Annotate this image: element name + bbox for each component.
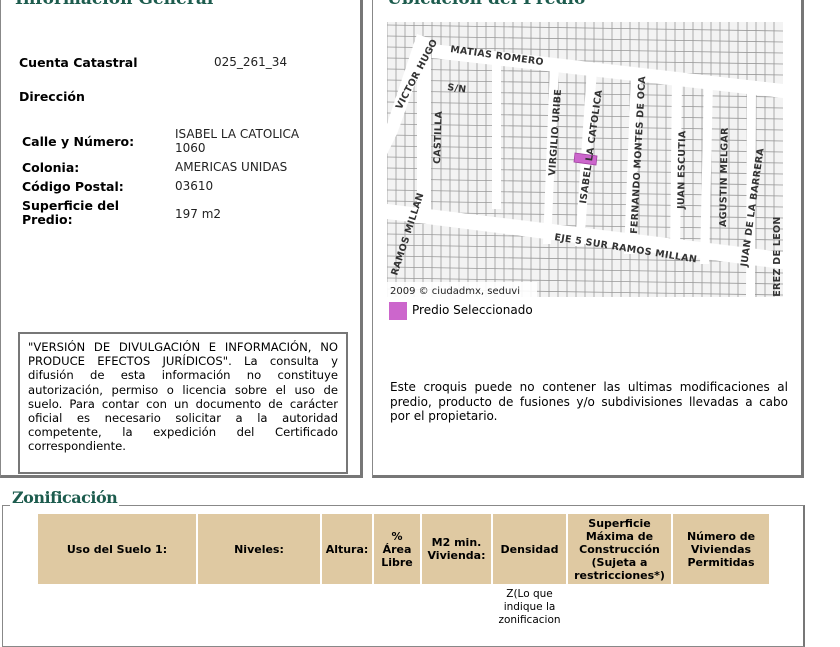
- col-densidad: Densidad: [493, 514, 566, 584]
- calle-value-number: 1060: [175, 141, 206, 155]
- map-copyright: 2009 © ciudadmx, seduvi: [390, 286, 520, 297]
- col-num-viviendas: Número de Viviendas Permitidas: [673, 514, 769, 584]
- cell-densidad: Z(Lo que indique la zonificacion: [498, 588, 561, 626]
- cell-viviendas: [673, 584, 769, 628]
- calle-value-street: ISABEL LA CATOLICA: [175, 127, 300, 141]
- cuenta-value: 025_261_34: [214, 55, 288, 69]
- colonia-label: Colonia:: [22, 160, 80, 175]
- direccion-label: Dirección: [19, 89, 85, 104]
- street-label-castilla: CASTILLA: [432, 110, 445, 164]
- zonificacion-table: Uso del Suelo 1: Niveles: Altura: % Área…: [36, 514, 771, 628]
- cp-value: 03610: [175, 179, 214, 193]
- col-area-libre: % Área Libre: [374, 514, 420, 584]
- map-note: Este croquis puede no contener las ultim…: [390, 380, 788, 423]
- superficie-label: Superficie del Predio:: [22, 199, 119, 227]
- legend-swatch: [389, 302, 407, 320]
- general-info-title: Información General: [12, 0, 217, 9]
- disclaimer-box: "VERSIÓN DE DIVULGACIÓN E INFORMACIÓN, N…: [18, 332, 348, 474]
- cuenta-label: Cuenta Catastral: [19, 55, 138, 70]
- col-niveles: Niveles:: [198, 514, 320, 584]
- col-superficie-max: Superficie Máxima de Construcción (Sujet…: [568, 514, 671, 584]
- col-altura: Altura:: [322, 514, 372, 584]
- cp-label: Código Postal:: [22, 179, 124, 194]
- superficie-label-line2: Predio:: [22, 212, 73, 227]
- superficie-value: 197 m2: [175, 207, 222, 221]
- street-label-escutia: JUAN ESCUTIA: [676, 130, 688, 210]
- cell-area-libre: [374, 584, 420, 628]
- location-map[interactable]: MATIAS ROMERO VICTOR HUGO S/N CASTILLA V…: [387, 14, 783, 297]
- cell-superficie: [568, 584, 671, 628]
- table-row: Z(Lo que indique la zonificacion: [38, 584, 769, 628]
- calle-label: Calle y Número:: [22, 134, 135, 149]
- table-header-row: Uso del Suelo 1: Niveles: Altura: % Área…: [38, 514, 769, 584]
- cell-altura: [322, 584, 372, 628]
- cell-m2: [422, 584, 491, 628]
- superficie-label-line1: Superficie del: [22, 198, 119, 213]
- zonificacion-title: Zonificación: [10, 488, 120, 507]
- ubicacion-title: Ubicación del Predio: [384, 0, 589, 9]
- legend-label: Predio Seleccionado: [412, 303, 533, 317]
- calle-value: ISABEL LA CATOLICA 1060: [175, 127, 299, 155]
- col-m2-vivienda: M2 min. Vivienda:: [422, 514, 491, 584]
- street-label-melgar: AGUSTIN MELGAR: [718, 127, 731, 227]
- cell-uso: [38, 584, 196, 628]
- street-label-perez: PEREZ DE LEON: [772, 216, 783, 297]
- cell-niveles: [198, 584, 320, 628]
- col-uso-suelo: Uso del Suelo 1:: [38, 514, 196, 584]
- colonia-value: AMERICAS UNIDAS: [175, 160, 288, 174]
